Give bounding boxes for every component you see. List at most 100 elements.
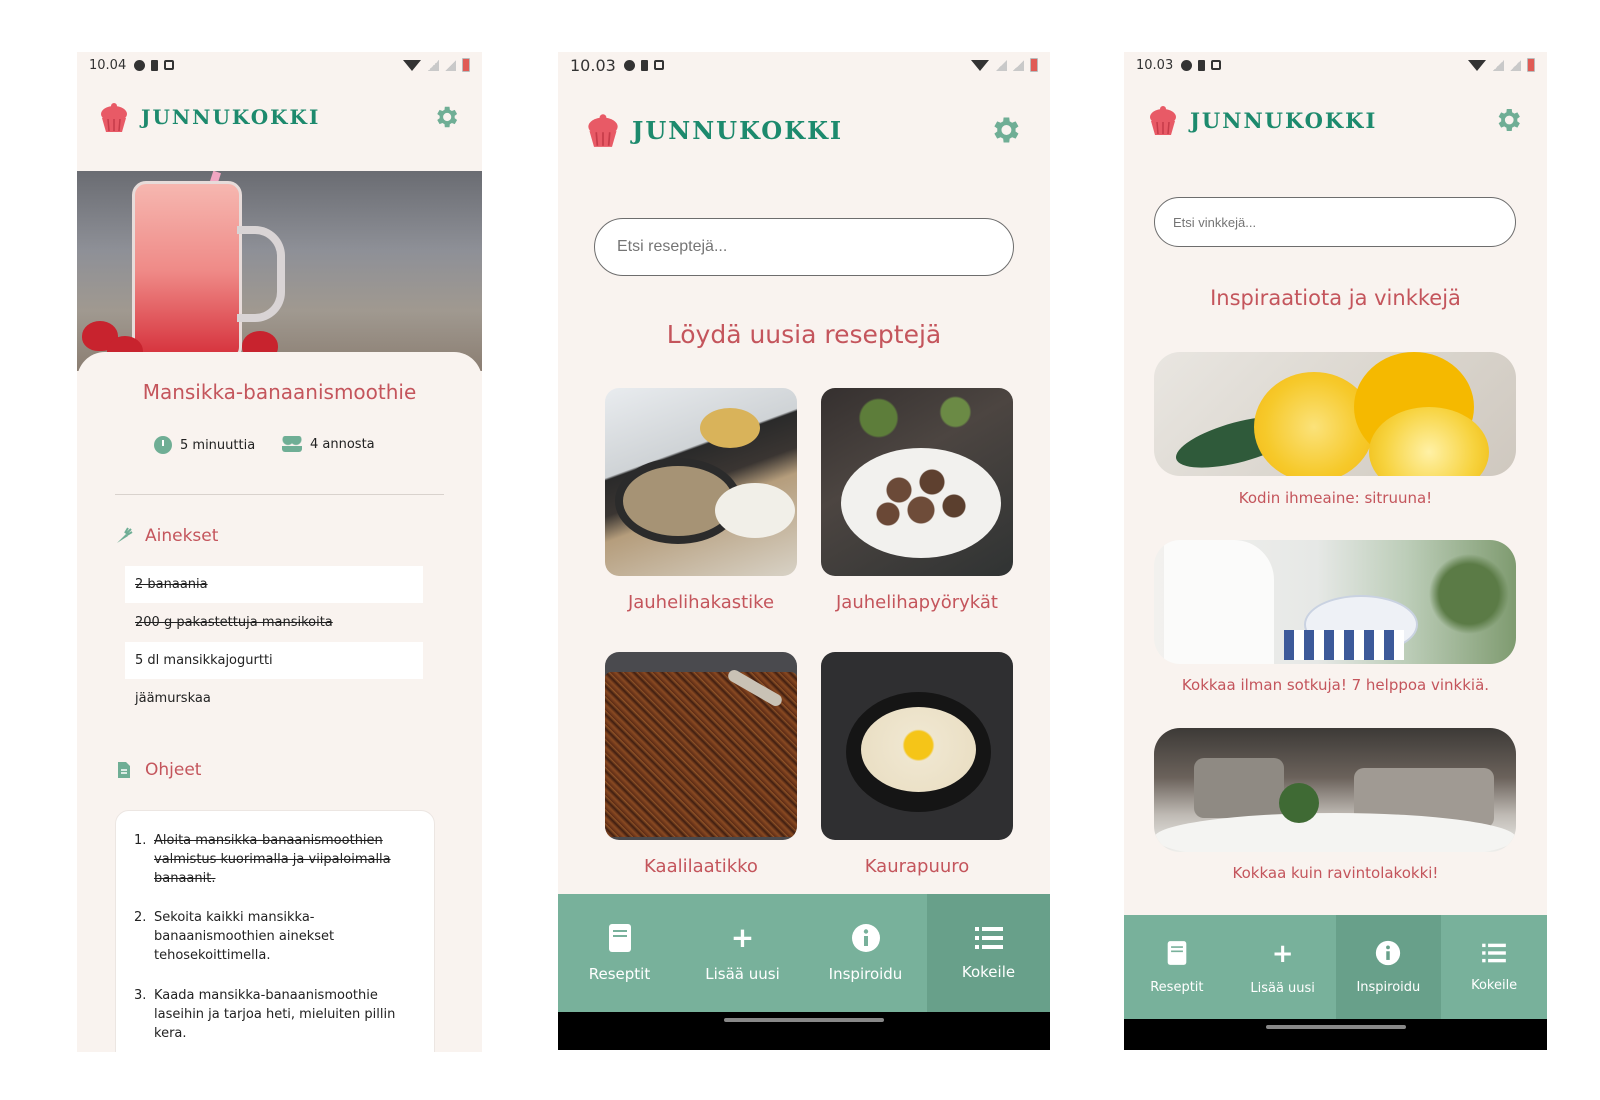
servings-label: 4 annosta	[310, 436, 375, 452]
battery-saver-icon	[151, 59, 159, 71]
prep-time: 5 minuuttia	[154, 436, 255, 454]
nav-inspiroidu[interactable]: Inspiroidu	[804, 894, 927, 1012]
recipe-detail-screen: 10.04 JUNNUKOKKI Mansikka-banaanismoothi…	[77, 52, 482, 1052]
nav-kokeile[interactable]: Kokeile	[927, 894, 1050, 1012]
step-number: 1.	[134, 833, 147, 848]
document-icon	[118, 762, 130, 778]
app-bar: JUNNUKOKKI	[1124, 100, 1547, 140]
nav-inspiroidu[interactable]: Inspiroidu	[1335, 915, 1442, 1019]
step-number: 2.	[134, 910, 147, 925]
recipe-tile-kaurapuuro[interactable]	[821, 652, 1013, 840]
article-label[interactable]: Kokkaa kuin ravintolakokki!	[1124, 864, 1547, 882]
book-icon	[1167, 940, 1187, 965]
recipe-tile-jauhelihakastike[interactable]	[605, 388, 797, 576]
status-time: 10.04	[89, 57, 127, 73]
battery-saver-icon	[640, 59, 648, 71]
wifi-icon	[1468, 59, 1486, 71]
ingredient-row[interactable]: 5 dl mansikkajogurtti	[125, 642, 423, 679]
settings-gear-icon[interactable]	[988, 113, 1022, 147]
cast-icon	[653, 60, 664, 70]
recipes-browse-screen: 10.03 JUNNUKOKKI Löydä uusia reseptejä J…	[558, 52, 1050, 1050]
section-title: Löydä uusia reseptejä	[666, 320, 942, 349]
recipe-tile-kaalilaatikko[interactable]	[605, 652, 797, 840]
cupcake-logo-icon	[588, 114, 618, 147]
nav-reseptit[interactable]: Reseptit	[1124, 915, 1230, 1019]
plus-icon: +	[1271, 938, 1294, 969]
settings-gear-icon[interactable]	[1493, 105, 1523, 135]
status-time: 10.03	[570, 55, 616, 75]
notification-icon	[1181, 59, 1193, 71]
signal-icon	[428, 59, 439, 71]
book-icon	[608, 924, 631, 952]
recipe-tile-jauhelihapyorykat[interactable]	[821, 388, 1013, 576]
step-item[interactable]: 3. Kaada mansikka-banaanismoothie laseih…	[134, 986, 404, 1043]
nav-label: Reseptit	[588, 965, 651, 983]
nav-label: Inspiroidu	[828, 965, 903, 983]
article-label[interactable]: Kokkaa ilman sotkuja! 7 helppoa vinkkiä.	[1124, 676, 1547, 694]
status-bar: 10.03	[558, 52, 1050, 78]
nav-lisaa-uusi[interactable]: + Lisää uusi	[681, 894, 804, 1012]
wifi-icon	[403, 59, 421, 71]
instructions-heading: Ohjeet	[115, 760, 201, 780]
recipe-hero-image	[77, 171, 482, 371]
signal-icon	[1013, 59, 1024, 71]
step-text: Sekoita kaikki mansikka-banaanismoothien…	[154, 910, 335, 963]
nav-label: Inspiroidu	[1356, 979, 1421, 995]
list-icon	[974, 927, 1003, 949]
brand-title: JUNNUKOKKI	[141, 105, 321, 129]
nav-reseptit[interactable]: Reseptit	[558, 894, 681, 1012]
steps-card: 1. Aloita mansikka-banaanismoothien valm…	[115, 810, 435, 1052]
step-item[interactable]: 1. Aloita mansikka-banaanismoothien valm…	[134, 831, 404, 888]
signal-icon	[1493, 59, 1504, 71]
article-label[interactable]: Kodin ihmeaine: sitruuna!	[1124, 489, 1547, 507]
signal-icon	[1510, 59, 1521, 71]
article-banner-sitruuna[interactable]	[1154, 352, 1516, 476]
recipe-label[interactable]: Jauhelihapyörykät	[821, 592, 1013, 613]
status-bar: 10.03	[1124, 52, 1547, 78]
ingredients-heading: Ainekset	[115, 526, 218, 546]
app-bar: JUNNUKOKKI	[558, 108, 1050, 152]
carrot-icon	[117, 527, 133, 543]
recipe-label[interactable]: Kaurapuuro	[821, 856, 1013, 877]
servings: 4 annosta	[282, 436, 375, 452]
ingredient-text: jäämurskaa	[135, 691, 211, 706]
battery-icon	[462, 58, 470, 72]
nav-kokeile[interactable]: Kokeile	[1441, 915, 1547, 1019]
recipe-label[interactable]: Jauhelihakastike	[605, 592, 797, 613]
plus-icon: +	[730, 921, 755, 954]
step-number: 3.	[134, 988, 147, 1003]
cast-icon	[1211, 60, 1222, 70]
ingredient-row[interactable]: jäämurskaa	[125, 680, 423, 717]
recipe-label[interactable]: Kaalilaatikko	[605, 856, 797, 877]
ingredient-row[interactable]: 200 g pakastettuja mansikoita	[125, 604, 423, 641]
step-text: Aloita mansikka-banaanismoothien valmist…	[154, 833, 391, 886]
people-icon	[282, 436, 302, 452]
divider	[115, 494, 444, 495]
tips-search-input[interactable]	[1154, 197, 1516, 247]
cupcake-logo-icon	[1150, 106, 1176, 135]
nav-lisaa-uusi[interactable]: + Lisää uusi	[1230, 915, 1336, 1019]
step-item[interactable]: 2. Sekoita kaikki mansikka-banaanismooth…	[134, 908, 404, 965]
section-title: Inspiraatiota ja vinkkejä	[1210, 286, 1461, 310]
notification-icon	[623, 59, 635, 71]
app-bar: JUNNUKOKKI	[77, 97, 482, 137]
ingredients-title: Ainekset	[145, 526, 219, 546]
nav-label: Kokeile	[1471, 977, 1518, 993]
inspiration-screen: 10.03 JUNNUKOKKI Inspiraatiota ja vinkke…	[1124, 52, 1547, 1050]
article-banner-sotkut[interactable]	[1154, 540, 1516, 664]
ingredient-text: 2 banaania	[135, 577, 208, 592]
settings-gear-icon[interactable]	[432, 103, 460, 131]
ingredient-row[interactable]: 2 banaania	[125, 566, 423, 603]
cupcake-logo-icon	[101, 103, 127, 132]
status-time: 10.03	[1136, 57, 1174, 73]
article-banner-ravintola[interactable]	[1154, 728, 1516, 852]
list-icon	[1482, 943, 1506, 962]
brand-title: JUNNUKOKKI	[1190, 107, 1378, 133]
gesture-bar	[558, 1012, 1050, 1050]
battery-icon	[1030, 58, 1038, 72]
prep-time-label: 5 minuuttia	[180, 437, 256, 453]
clock-icon	[154, 436, 172, 454]
ingredient-text: 5 dl mansikkajogurtti	[135, 653, 273, 668]
recipe-search-input[interactable]	[594, 218, 1014, 276]
nav-label: Lisää uusi	[705, 965, 780, 983]
